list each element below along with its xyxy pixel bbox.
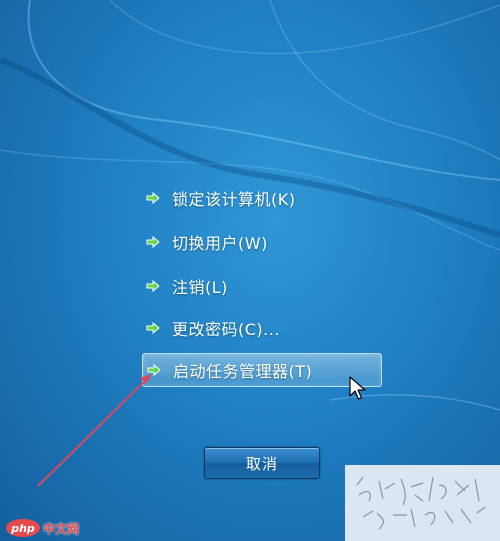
green-arrow-icon (146, 279, 160, 293)
menu-item-label: 切换用户(W) (172, 234, 268, 253)
cancel-button[interactable]: 取消 (204, 447, 320, 479)
menu-item-label: 启动任务管理器(T) (173, 362, 313, 381)
green-arrow-icon (146, 321, 160, 335)
menu-item-change-password[interactable]: 更改密码(C)... (142, 311, 280, 345)
green-arrow-icon (146, 235, 160, 249)
menu-item-switch-user[interactable]: 切换用户(W) (142, 225, 268, 259)
watermark-scribble (345, 465, 500, 541)
green-arrow-icon (146, 191, 160, 205)
php-logo-icon: php (6, 519, 40, 537)
green-arrow-icon (147, 363, 161, 377)
menu-item-label: 注销(L) (172, 278, 228, 297)
menu-item-log-off[interactable]: 注销(L) (142, 269, 228, 303)
watermark-text: 中文网 (43, 521, 80, 536)
menu-item-label: 锁定该计算机(K) (172, 190, 296, 209)
menu-item-start-task-manager[interactable]: 启动任务管理器(T) (142, 353, 382, 387)
menu-item-lock-computer[interactable]: 锁定该计算机(K) (142, 181, 295, 215)
watermark-logo: php 中文网 (6, 517, 79, 539)
mouse-pointer-icon (349, 376, 366, 400)
menu-item-label: 更改密码(C)... (172, 320, 280, 339)
